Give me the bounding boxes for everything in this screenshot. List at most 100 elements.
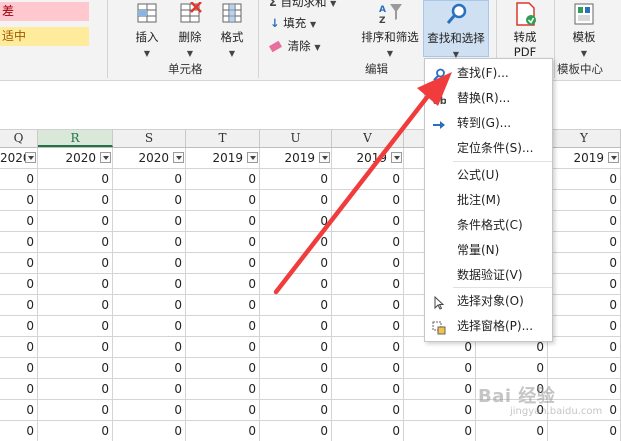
data-cell[interactable]: 0 [0,400,38,420]
data-cell[interactable]: 0 [548,274,621,294]
data-cell[interactable]: 0 [186,169,260,189]
menu-item[interactable]: 选择对象(O) [425,289,552,313]
year-header-cell[interactable]: 2020 [0,148,38,168]
data-cell[interactable]: 0 [260,274,332,294]
menu-item[interactable]: 数据验证(V) [425,263,552,287]
data-cell[interactable]: 0 [0,211,38,231]
data-cell[interactable]: 0 [404,400,476,420]
data-cell[interactable]: 0 [186,190,260,210]
filter-dropdown-icon[interactable] [247,152,258,163]
menu-item[interactable]: 选择窗格(P)... [425,314,552,338]
data-cell[interactable]: 0 [260,169,332,189]
data-cell[interactable]: 0 [548,232,621,252]
data-cell[interactable]: 0 [113,190,186,210]
data-cell[interactable]: 0 [260,316,332,336]
data-cell[interactable]: 0 [548,358,621,378]
menu-item[interactable]: ab 替换(R)... [425,86,552,110]
data-cell[interactable]: 0 [113,232,186,252]
data-cell[interactable]: 0 [38,337,113,357]
data-cell[interactable]: 0 [38,253,113,273]
filter-dropdown-icon[interactable] [100,152,111,163]
year-header-cell[interactable]: 2020 [38,148,113,168]
data-cell[interactable]: 0 [186,358,260,378]
data-cell[interactable]: 0 [113,337,186,357]
column-header-r[interactable]: R [38,130,113,147]
data-cell[interactable]: 0 [38,211,113,231]
data-cell[interactable]: 0 [113,211,186,231]
style-bad[interactable]: 差 [0,2,89,21]
data-cell[interactable]: 0 [548,337,621,357]
menu-item[interactable]: 查找(F)... [425,61,552,85]
data-cell[interactable]: 0 [38,295,113,315]
year-header-cell[interactable]: 2019 [260,148,332,168]
data-cell[interactable]: 0 [260,211,332,231]
data-cell[interactable]: 0 [0,337,38,357]
delete-button[interactable]: 删除 ▼ [170,2,210,59]
data-cell[interactable]: 0 [186,316,260,336]
year-header-cell[interactable]: 2019 [186,148,260,168]
data-cell[interactable]: 0 [260,358,332,378]
template-button[interactable]: 模板 ▼ [562,2,606,59]
data-cell[interactable]: 0 [260,232,332,252]
filter-dropdown-icon[interactable] [173,152,184,163]
data-cell[interactable]: 0 [332,190,404,210]
data-cell[interactable]: 0 [260,190,332,210]
insert-button[interactable]: 插入 ▼ [127,2,167,59]
style-neutral[interactable]: 适中 [0,27,89,46]
data-cell[interactable]: 0 [186,400,260,420]
data-cell[interactable]: 0 [404,379,476,399]
data-cell[interactable]: 0 [38,316,113,336]
find-select-button[interactable]: 查找和选择 ▼ [423,0,489,59]
data-cell[interactable]: 0 [113,295,186,315]
data-cell[interactable]: 0 [113,274,186,294]
data-cell[interactable]: 0 [186,253,260,273]
data-cell[interactable]: 0 [0,421,38,441]
data-cell[interactable]: 0 [113,421,186,441]
data-cell[interactable]: 0 [332,316,404,336]
data-cell[interactable]: 0 [0,379,38,399]
data-cell[interactable]: 0 [186,232,260,252]
data-cell[interactable]: 0 [548,190,621,210]
filter-dropdown-icon[interactable] [391,152,402,163]
data-cell[interactable]: 0 [186,337,260,357]
column-header-q[interactable]: Q [0,130,38,147]
data-cell[interactable]: 0 [113,169,186,189]
data-cell[interactable]: 0 [186,211,260,231]
data-cell[interactable]: 0 [186,421,260,441]
data-cell[interactable]: 0 [332,358,404,378]
data-cell[interactable]: 0 [38,400,113,420]
menu-item[interactable]: 条件格式(C) [425,213,552,237]
year-header-cell[interactable]: 2019 [548,148,621,168]
data-cell[interactable]: 0 [186,295,260,315]
data-cell[interactable]: 0 [332,337,404,357]
data-cell[interactable]: 0 [404,358,476,378]
clear-button[interactable]: 清除 ▼ [268,38,320,54]
data-cell[interactable]: 0 [476,421,548,441]
data-cell[interactable]: 0 [0,253,38,273]
data-cell[interactable]: 0 [332,421,404,441]
column-header-v[interactable]: V [332,130,404,147]
data-cell[interactable]: 0 [38,190,113,210]
data-cell[interactable]: 0 [0,232,38,252]
data-cell[interactable]: 0 [332,274,404,294]
data-cell[interactable]: 0 [332,211,404,231]
data-cell[interactable]: 0 [38,169,113,189]
data-cell[interactable]: 0 [332,379,404,399]
autosum-button[interactable]: Σ 自动求和 ▼ [269,0,336,10]
data-cell[interactable]: 0 [404,421,476,441]
fill-button[interactable]: ↓ 填充 ▼ [270,15,316,31]
format-button[interactable]: 格式 ▼ [212,2,252,59]
data-cell[interactable]: 0 [113,358,186,378]
column-header-u[interactable]: U [260,130,332,147]
data-cell[interactable]: 0 [548,253,621,273]
menu-item[interactable]: 批注(M) [425,188,552,212]
filter-dropdown-icon[interactable] [608,152,619,163]
data-cell[interactable]: 0 [548,211,621,231]
data-cell[interactable]: 0 [332,295,404,315]
data-cell[interactable]: 0 [332,169,404,189]
data-cell[interactable]: 0 [476,358,548,378]
data-cell[interactable]: 0 [548,379,621,399]
data-cell[interactable]: 0 [38,421,113,441]
data-cell[interactable]: 0 [332,400,404,420]
data-cell[interactable]: 0 [38,379,113,399]
